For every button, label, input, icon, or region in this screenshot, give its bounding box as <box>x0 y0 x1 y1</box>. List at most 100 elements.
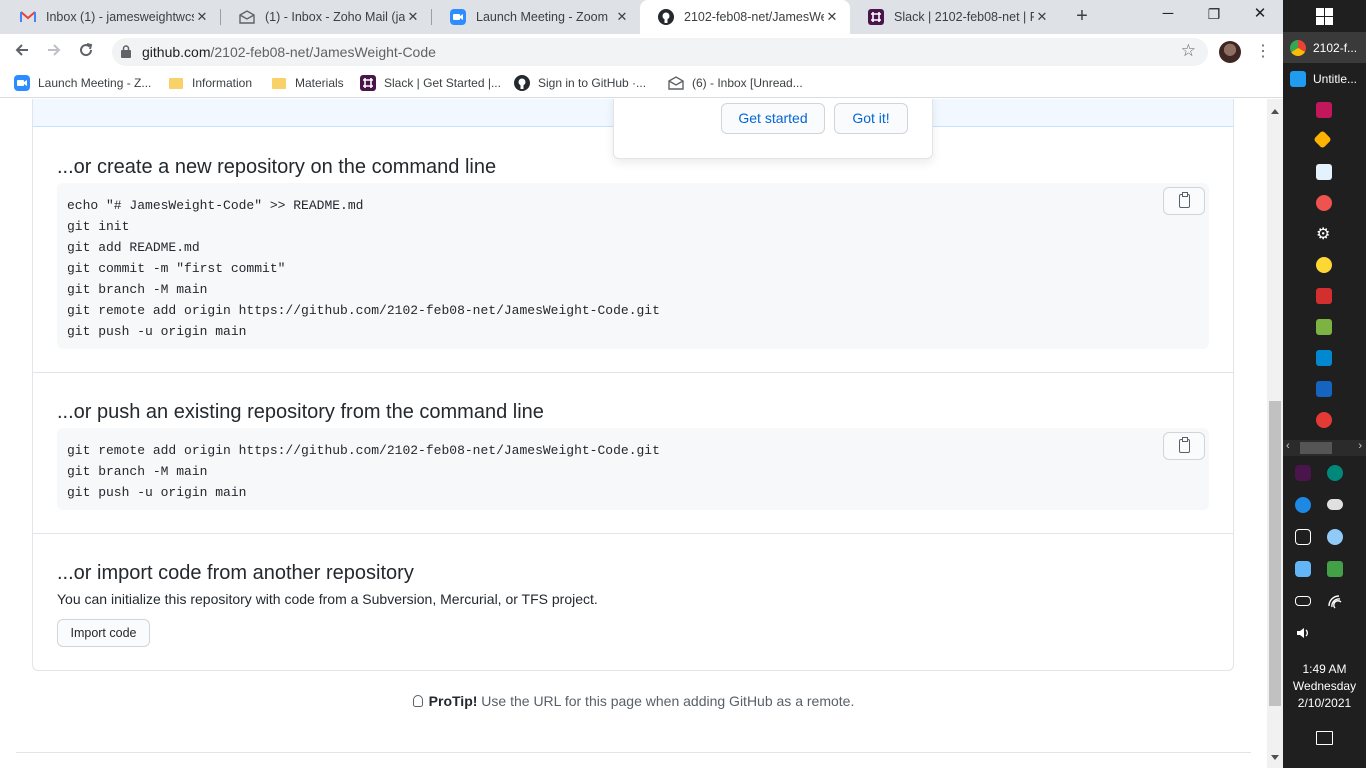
lock-icon <box>121 45 131 58</box>
bookmark-label: Sign in to GitHub ·... <box>538 76 647 90</box>
protip: ProTip! Use the URL for this page when a… <box>0 693 1267 709</box>
action-center-icon[interactable] <box>1316 731 1333 745</box>
tab-title: 2102-feb08-net/JamesWeig <box>684 10 824 24</box>
clock-time: 1:49 AM <box>1302 662 1347 676</box>
chevron-left-icon[interactable]: ‹ <box>1286 440 1290 452</box>
bookmark-item[interactable]: Slack | Get Started |... <box>360 75 501 91</box>
windows-start-icon[interactable] <box>1316 8 1333 30</box>
copy-button[interactable] <box>1163 187 1205 215</box>
scroll-up-icon[interactable] <box>1271 109 1279 114</box>
app-icon[interactable] <box>1316 257 1332 273</box>
bookmark-item[interactable]: Sign in to GitHub ·... <box>514 75 646 91</box>
taskbar-chrome[interactable]: 2102-f... <box>1283 32 1366 63</box>
github-icon <box>658 9 674 25</box>
forward-icon[interactable] <box>42 40 66 64</box>
spreadsheet-icon[interactable] <box>1316 319 1332 335</box>
chrome-menu-icon[interactable]: ⋮ <box>1255 40 1271 64</box>
close-window-button[interactable]: ✕ <box>1237 0 1283 30</box>
light-bulb-icon <box>412 695 423 707</box>
code-line: echo "# JamesWeight-Code" >> README.md <box>67 198 364 213</box>
import-code-button[interactable]: Import code <box>57 619 150 647</box>
back-icon[interactable] <box>10 40 34 64</box>
notepad-icon[interactable] <box>1316 164 1332 180</box>
acrobat-icon[interactable] <box>1316 288 1332 304</box>
slack-tray-icon[interactable] <box>1295 465 1311 481</box>
maximize-button[interactable]: ❐ <box>1191 0 1237 30</box>
github-icon <box>514 75 530 91</box>
close-tab-icon[interactable]: ✕ <box>1034 9 1050 25</box>
code-line: git branch -M main <box>67 464 208 479</box>
address-bar[interactable]: github.com/2102-feb08-net/JamesWeight-Co… <box>112 38 1208 66</box>
tab-github-active[interactable]: 2102-feb08-net/JamesWeig ✕ <box>640 0 850 34</box>
reload-icon[interactable] <box>74 40 98 64</box>
bookmark-label: Slack | Get Started |... <box>384 76 501 90</box>
app-tray-icon[interactable] <box>1295 497 1311 513</box>
close-tab-icon[interactable]: ✕ <box>614 9 630 25</box>
footer-divider <box>16 752 1251 753</box>
close-tab-icon[interactable]: ✕ <box>824 9 840 25</box>
app-icon[interactable] <box>1316 350 1332 366</box>
paint-icon[interactable] <box>1316 195 1332 211</box>
tab-strip: Inbox (1) - jamesweightwcs@ ✕ (1) - Inbo… <box>0 0 1283 34</box>
scroll-down-icon[interactable] <box>1271 755 1279 760</box>
url-domain: github.com <box>142 44 211 60</box>
windows-taskbar: 2102-f... Untitle... ⚙ ‹ › 1:49 AM Wedne… <box>1283 0 1366 768</box>
security-shield-icon[interactable] <box>1327 561 1343 577</box>
bookmark-label: (6) - Inbox [Unread... <box>692 76 803 90</box>
onedrive-icon[interactable] <box>1327 499 1343 510</box>
taskbar-label: Untitle... <box>1313 71 1358 86</box>
taskbar-vscode[interactable]: Untitle... <box>1283 63 1366 94</box>
volume-icon[interactable] <box>1295 625 1311 641</box>
get-started-button[interactable]: Get started <box>721 103 825 134</box>
tab-zoho-mail[interactable]: (1) - Inbox - Zoho Mail (jam ✕ <box>221 0 431 34</box>
page-scrollbar[interactable] <box>1267 99 1283 768</box>
code-line: git remote add origin https://github.com… <box>67 303 660 318</box>
code-line: git push -u origin main <box>67 324 247 339</box>
system-clock[interactable]: 1:49 AM Wednesday 2/10/2021 <box>1283 661 1366 712</box>
bookmark-item[interactable]: (6) - Inbox [Unread... <box>668 75 803 91</box>
clock-date: 2/10/2021 <box>1297 696 1352 710</box>
github-page: Get started Got it! ...or create a new r… <box>0 99 1267 768</box>
close-tab-icon[interactable]: ✕ <box>405 9 421 25</box>
settings-gear-icon[interactable]: ⚙ <box>1316 224 1330 244</box>
protip-label: ProTip! <box>428 693 478 709</box>
got-it-button[interactable]: Got it! <box>834 103 908 134</box>
display-tray-icon[interactable] <box>1295 529 1311 545</box>
bookmark-star-icon[interactable]: ☆ <box>1181 41 1196 61</box>
app-tray-icon[interactable] <box>1295 561 1311 577</box>
chrome-icon <box>1290 39 1306 56</box>
folder-icon <box>168 75 184 91</box>
tab-gmail[interactable]: Inbox (1) - jamesweightwcs@ ✕ <box>2 0 220 34</box>
onboarding-popover: Get started Got it! <box>613 99 933 159</box>
wifi-icon[interactable] <box>1327 594 1343 610</box>
tab-zoom[interactable]: Launch Meeting - Zoom ✕ <box>432 0 640 34</box>
new-tab-button[interactable]: + <box>1071 5 1093 27</box>
battery-icon[interactable] <box>1295 596 1311 606</box>
youtube-icon[interactable] <box>1316 412 1332 428</box>
section-title-import: ...or import code from another repositor… <box>57 562 414 584</box>
scrollbar-thumb[interactable] <box>1269 401 1281 706</box>
minimize-button[interactable]: ─ <box>1145 0 1191 30</box>
edge-tray-icon[interactable] <box>1327 465 1343 481</box>
photos-icon[interactable] <box>1316 381 1332 397</box>
bookmarks-bar: Launch Meeting - Z... Information Materi… <box>0 70 1283 98</box>
bookmark-item[interactable]: Launch Meeting - Z... <box>14 75 151 91</box>
chevron-right-icon[interactable]: › <box>1358 440 1362 452</box>
slack-icon <box>868 9 884 25</box>
bookmark-folder[interactable]: Materials <box>271 75 344 91</box>
bookmark-folder[interactable]: Information <box>168 75 252 91</box>
profile-avatar[interactable] <box>1219 41 1241 63</box>
tab-slack[interactable]: Slack | 2102-feb08-net | REV ✕ <box>850 0 1060 34</box>
protip-text: Use the URL for this page when adding Gi… <box>477 693 855 709</box>
section-divider <box>33 533 1233 534</box>
copy-button[interactable] <box>1163 432 1205 460</box>
tray-scrollbar[interactable]: ‹ › <box>1283 440 1366 456</box>
code-line: git add README.md <box>67 240 200 255</box>
zoho-mail-icon <box>668 75 684 91</box>
git-icon[interactable] <box>1313 130 1332 149</box>
steam-icon[interactable] <box>1327 529 1343 545</box>
app-icon[interactable] <box>1316 102 1332 118</box>
code-line: git branch -M main <box>67 282 208 297</box>
tray-scroll-thumb[interactable] <box>1300 442 1332 454</box>
close-tab-icon[interactable]: ✕ <box>194 9 210 25</box>
